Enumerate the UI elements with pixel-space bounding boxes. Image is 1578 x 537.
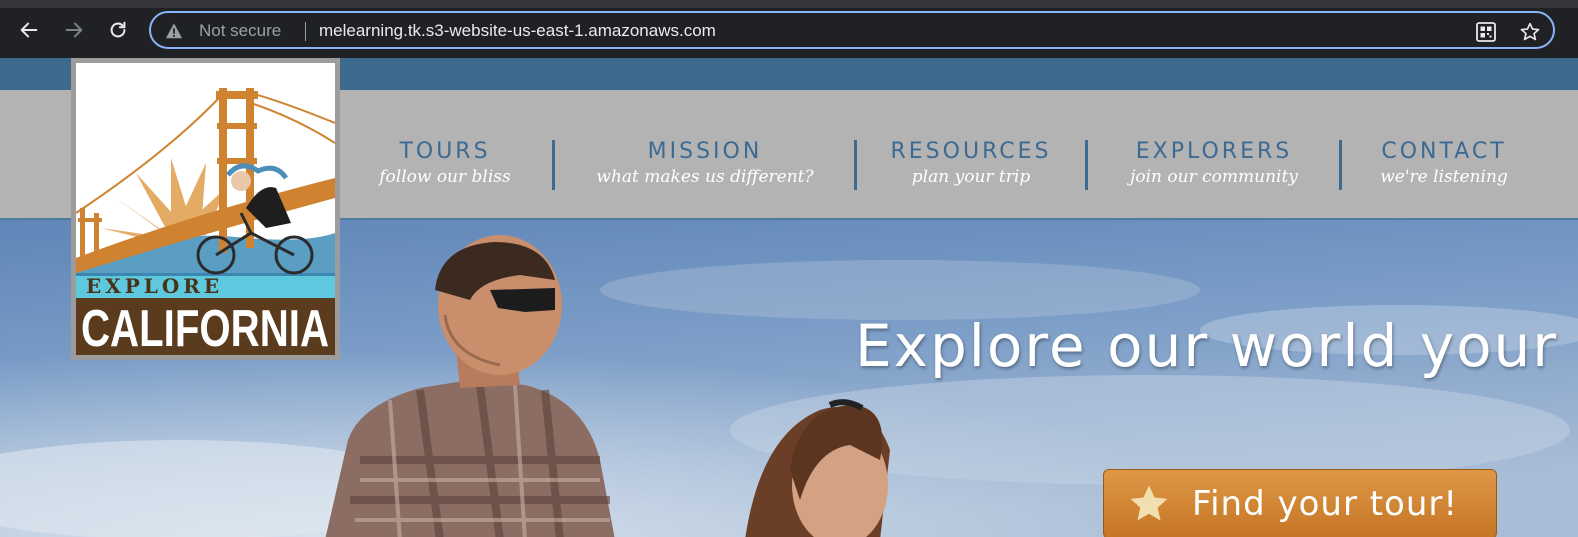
nav-divider [1339, 140, 1342, 190]
find-your-tour-button[interactable]: Find your tour! [1103, 469, 1497, 537]
find-your-tour-label: Find your tour! [1192, 484, 1459, 524]
back-arrow-icon[interactable] [15, 16, 43, 44]
star-icon [1130, 485, 1168, 521]
explore-california-logo[interactable]: EXPLORE CALIFORNIA [71, 58, 340, 360]
nav-divider [1085, 140, 1088, 190]
divider [305, 22, 306, 41]
bookmark-star-icon[interactable] [1519, 21, 1541, 43]
reload-icon[interactable] [104, 16, 132, 44]
nav-item-resources[interactable]: RESOURCES plan your trip [880, 138, 1062, 188]
nav-item-explorers[interactable]: EXPLORERS join our community [1110, 138, 1318, 188]
website-viewport: TOURS follow our bliss MISSION what make… [0, 58, 1578, 537]
nav-item-tours[interactable]: TOURS follow our bliss [362, 138, 528, 188]
nav-title: RESOURCES [890, 139, 1052, 164]
address-bar[interactable]: Not secure melearning.tk.s3-website-us-e… [149, 11, 1555, 49]
nav-item-mission[interactable]: MISSION what makes us different? [582, 138, 828, 188]
nav-title: EXPLORERS [1135, 139, 1293, 164]
nav-title: CONTACT [1381, 139, 1507, 164]
nav-divider [552, 140, 555, 190]
security-status-label[interactable]: Not secure [199, 21, 281, 41]
nav-subtitle: plan your trip [911, 167, 1031, 187]
nav-title: MISSION [647, 139, 763, 164]
logo-bottom-text: CALIFORNIA [81, 300, 329, 355]
nav-item-contact[interactable]: CONTACT we're listening [1366, 138, 1522, 188]
qr-code-icon[interactable] [1475, 21, 1497, 43]
nav-divider [854, 140, 857, 190]
warning-icon[interactable] [165, 22, 183, 40]
hero-headline: Explore our world your way [855, 312, 1578, 380]
logo-artwork: EXPLORE CALIFORNIA [75, 63, 336, 358]
nav-subtitle: join our community [1130, 167, 1298, 187]
logo-top-text: EXPLORE [86, 274, 223, 298]
forward-arrow-icon[interactable] [60, 16, 88, 44]
nav-subtitle: what makes us different? [596, 167, 814, 187]
nav-title: TOURS [399, 139, 491, 164]
tab-strip [0, 0, 1578, 8]
nav-subtitle: we're listening [1380, 167, 1508, 187]
browser-toolbar: Not secure melearning.tk.s3-website-us-e… [0, 0, 1578, 58]
nav-subtitle: follow our bliss [379, 167, 511, 187]
url-text[interactable]: melearning.tk.s3-website-us-east-1.amazo… [319, 21, 716, 41]
